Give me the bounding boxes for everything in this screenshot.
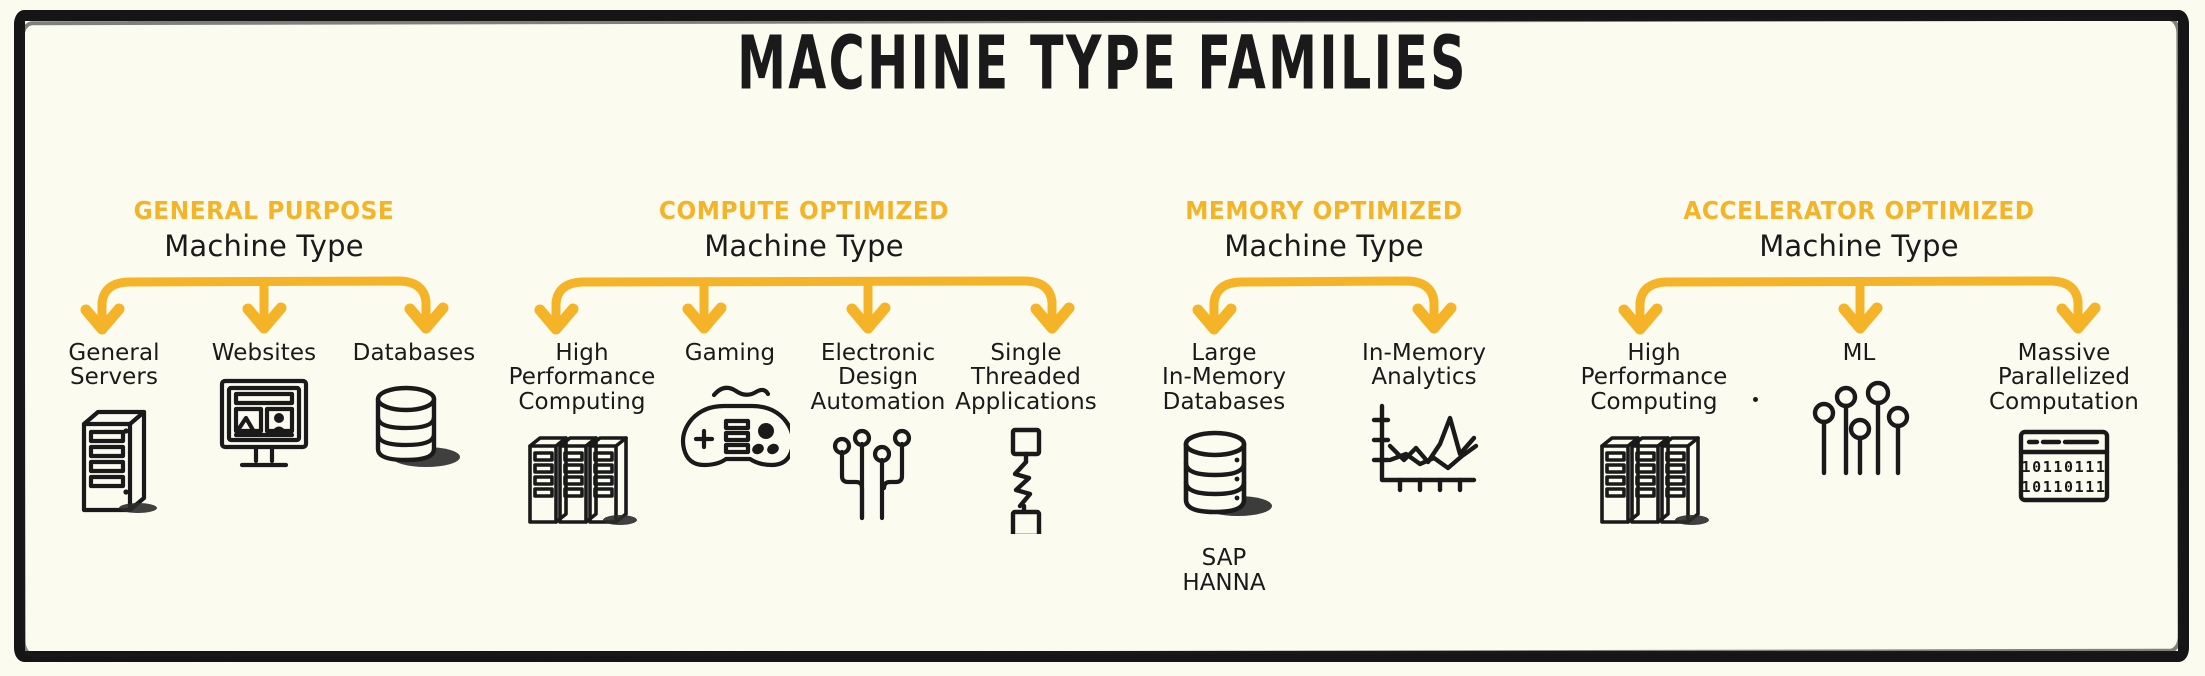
column-items: General Servers Websites Databases	[24, 341, 504, 518]
branch-connector	[1192, 276, 1457, 335]
column-subhead: Machine Type	[1224, 229, 1424, 263]
list-item[interactable]: Massive Parallelized Computation 1011011…	[1962, 341, 2167, 542]
branch-connector	[534, 276, 1075, 335]
list-item[interactable]: General Servers	[39, 341, 189, 518]
database-cylinder-icon	[1124, 422, 1324, 542]
column-kicker: MEMORY OPTIMIZED	[1185, 196, 1463, 225]
column-items: High Performance Computing	[504, 341, 1104, 542]
binary-row-1: 10110111	[2021, 458, 2106, 476]
column-subhead: Machine Type	[704, 229, 904, 263]
machine-type-columns: GENERAL PURPOSE Machine Type General Ser…	[24, 196, 2181, 596]
column-kicker: ACCELERATOR OPTIMIZED	[1683, 196, 2035, 225]
server-rack-group-icon	[1552, 422, 1757, 542]
item-caption: SAP HANNA	[1182, 545, 1266, 596]
item-label: High Performance Computing	[1580, 340, 1728, 415]
binary-row-2: 10110111	[2021, 478, 2106, 496]
item-label: Single Threaded Applications	[955, 340, 1097, 415]
column-kicker: GENERAL PURPOSE	[133, 196, 395, 225]
lightning-thread-icon	[952, 422, 1100, 542]
column-accelerator-optimized: ACCELERATOR OPTIMIZED Machine Type High	[1544, 196, 2174, 542]
item-label: General Servers	[68, 340, 160, 391]
item-label: Gaming	[684, 340, 776, 366]
column-subhead: Machine Type	[164, 229, 364, 263]
server-rack-group-icon	[508, 422, 656, 542]
list-item[interactable]: Electronic Design Automation	[804, 341, 952, 542]
column-items: Large In-Memory Databases SAP HANNA In-M…	[1104, 341, 1544, 596]
gamepad-icon	[656, 373, 804, 493]
list-item[interactable]: In-Memory Analytics	[1324, 341, 1524, 518]
circuit-board-icon	[804, 422, 952, 542]
infographic-poster: MACHINE TYPE FAMILIES GENERAL PURPOSE Ma…	[0, 0, 2205, 676]
neural-nodes-icon	[1757, 373, 1962, 493]
list-item[interactable]: Websites	[189, 341, 339, 493]
column-general-purpose: GENERAL PURPOSE Machine Type General Ser…	[24, 196, 504, 518]
column-kicker: COMPUTE OPTIMIZED	[658, 196, 950, 225]
list-item[interactable]: Large In-Memory Databases SAP HANNA	[1124, 341, 1324, 596]
item-label: ML	[1842, 340, 1876, 366]
binary-code-window-icon: 10110111 10110111	[1962, 422, 2167, 542]
list-item[interactable]: ML	[1752, 340, 1962, 493]
list-item[interactable]: High Performance Computing	[508, 341, 656, 542]
list-item[interactable]: Databases	[339, 341, 489, 493]
column-compute-optimized: COMPUTE OPTIMIZED Machine Type High Perf…	[504, 196, 1104, 542]
item-label: Websites	[211, 340, 317, 366]
item-label: High Performance Computing	[508, 340, 656, 415]
item-label: In-Memory Analytics	[1361, 340, 1487, 391]
line-chart-icon	[1324, 398, 1524, 518]
page-title: MACHINE TYPE FAMILIES	[737, 20, 1468, 107]
list-item[interactable]: High Performance Computing	[1552, 341, 1757, 542]
item-label: Electronic Design Automation	[810, 340, 946, 415]
column-memory-optimized: MEMORY OPTIMIZED Machine Type Large In-M…	[1104, 196, 1544, 596]
column-items: High Performance Computing	[1544, 341, 2174, 542]
item-label: Databases	[352, 340, 476, 366]
list-item[interactable]: Gaming	[656, 341, 804, 493]
list-item[interactable]: Single Threaded Applications	[952, 341, 1100, 542]
server-tower-icon	[39, 398, 189, 518]
item-label: Large In-Memory Databases	[1161, 340, 1287, 415]
column-subhead: Machine Type	[1759, 229, 1959, 263]
branch-connector	[1618, 276, 2101, 335]
database-cylinder-icon	[339, 373, 489, 493]
branch-connector	[80, 276, 449, 335]
item-label: Massive Parallelized Computation	[1989, 340, 2139, 415]
browser-window-icon	[189, 373, 339, 493]
decorative-dot	[1752, 397, 1758, 402]
